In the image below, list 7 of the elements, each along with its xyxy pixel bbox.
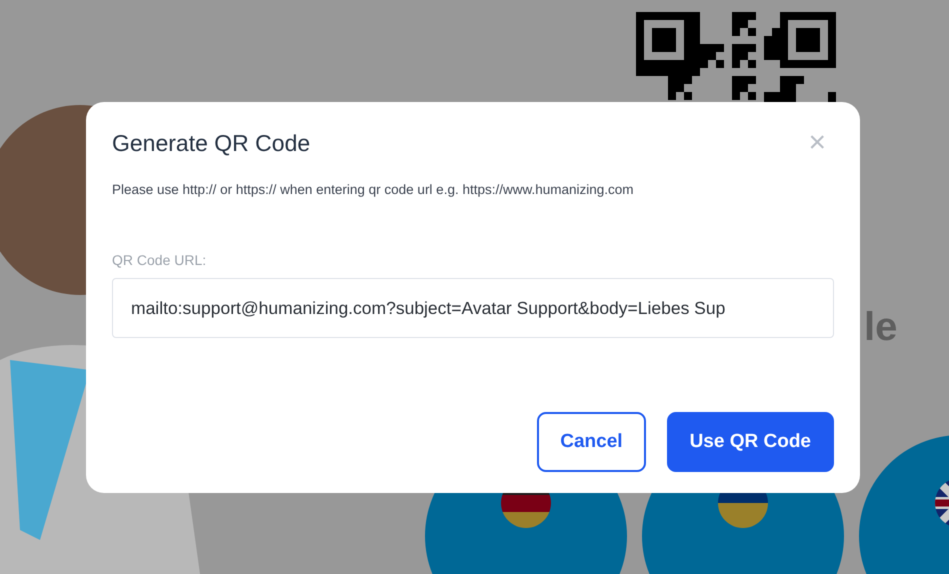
url-input-field[interactable]: mailto:support@humanizing.com?subject=Avatar Support&body=Liebes Sup: [112, 278, 834, 338]
cancel-button[interactable]: Cancel: [537, 412, 646, 472]
use-qr-code-button[interactable]: Use QR Code: [666, 412, 834, 472]
page-heading: le: [864, 304, 898, 351]
hint-text: Please use http:// or https:// when entering qr code url e.g. https://www.humanizing.com: [112, 182, 635, 197]
field-label: QR Code URL:: [112, 252, 208, 268]
dialog-title: Generate QR Code: [112, 130, 310, 156]
